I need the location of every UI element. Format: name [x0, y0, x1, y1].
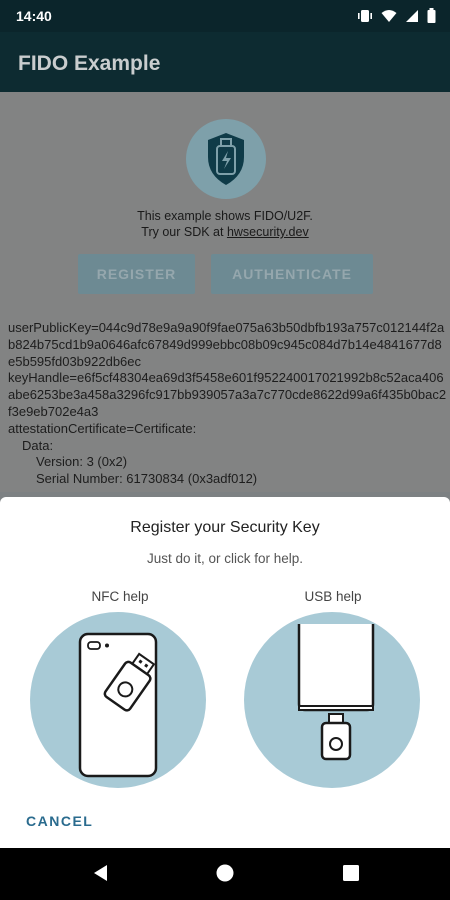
cancel-button[interactable]: CANCEL: [26, 813, 93, 829]
wifi-icon: [381, 9, 397, 23]
log-line: Data:: [22, 437, 54, 453]
register-button[interactable]: REGISTER: [78, 254, 195, 294]
intro-line-1: This example shows FIDO/U2F.: [137, 209, 313, 223]
main-content: This example shows FIDO/U2F. Try our SDK…: [0, 92, 450, 492]
usb-laptop-icon: [244, 612, 420, 788]
home-icon[interactable]: [214, 862, 236, 889]
log-line: userPublicKey=044c9d78e9a9a90f9fae075a63…: [8, 320, 445, 369]
recents-icon[interactable]: [340, 862, 362, 889]
usb-help-label[interactable]: USB help: [273, 589, 393, 604]
log-line: keyHandle=e6f5cf48304ea69d3f5458e601f952…: [8, 370, 447, 419]
register-bottom-sheet: Register your Security Key Just do it, o…: [0, 497, 450, 848]
app-title: FIDO Example: [18, 52, 161, 75]
sheet-subtitle: Just do it, or click for help.: [146, 551, 304, 566]
signal-icon: [405, 9, 419, 23]
log-line: Version: 3 (0x2): [36, 454, 128, 470]
battery-icon: [427, 8, 436, 23]
shield-usb-icon: [208, 133, 244, 185]
intro-prefix: Try our SDK at: [141, 225, 227, 239]
security-key-logo: [186, 119, 266, 199]
navigation-bar: [0, 848, 450, 900]
intro-line-2: Try our SDK at hwsecurity.dev: [0, 224, 450, 240]
status-icons: [357, 8, 436, 23]
nfc-help-button[interactable]: [28, 610, 208, 790]
result-log: userPublicKey=044c9d78e9a9a90f9fae075a63…: [8, 320, 448, 488]
usb-help-button[interactable]: [242, 610, 422, 790]
nfc-help-label[interactable]: NFC help: [60, 589, 180, 604]
authenticate-button[interactable]: AUTHENTICATE: [211, 254, 373, 294]
log-line: attestationCertificate=Certificate:: [8, 420, 197, 436]
status-bar: 14:40: [0, 0, 450, 32]
vibrate-icon: [357, 9, 373, 23]
sdk-link[interactable]: hwsecurity.dev: [227, 225, 309, 239]
log-line: Serial Number: 61730834 (0x3adf012): [36, 471, 258, 487]
app-bar: FIDO Example: [0, 32, 450, 92]
back-icon[interactable]: [90, 862, 112, 889]
sheet-title: Register your Security Key: [130, 519, 320, 536]
nfc-phone-icon: [30, 612, 206, 788]
status-time: 14:40: [16, 8, 52, 24]
intro-text: This example shows FIDO/U2F. Try our SDK…: [0, 208, 450, 240]
